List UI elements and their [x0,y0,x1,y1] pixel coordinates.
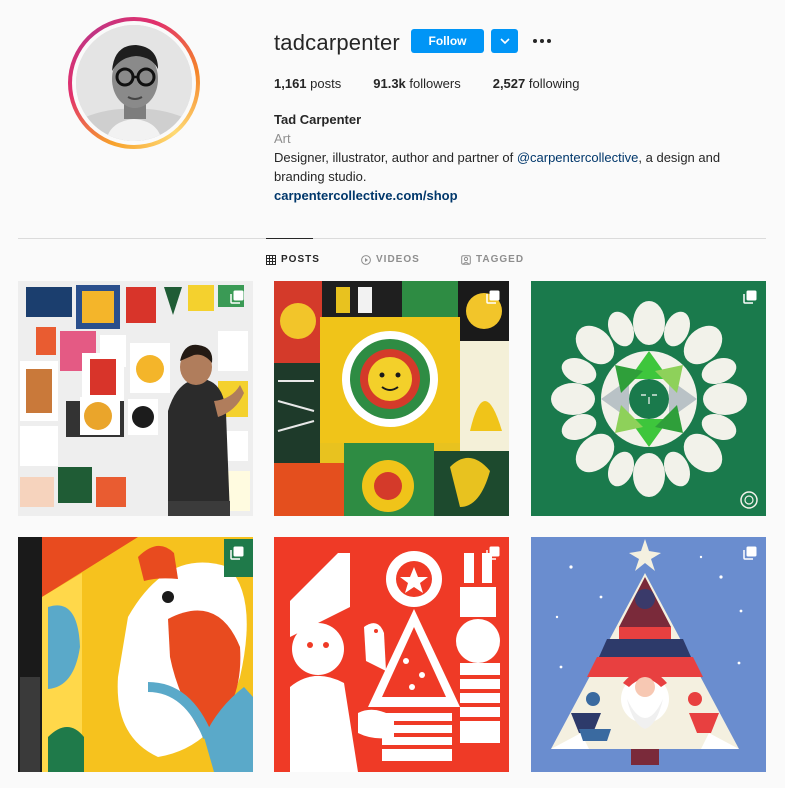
post-image-artist-wall [18,281,253,516]
chevron-down-icon [499,38,510,44]
post-image-red-holiday [274,537,509,772]
multiple-photos-icon [486,290,500,304]
post-image-santa-tree [531,537,766,772]
multiple-photos-icon [743,546,757,560]
avatar[interactable] [76,25,192,141]
followers-stat[interactable]: 91.3k followers [373,76,460,91]
more-dot-icon [533,39,537,43]
profile-category: Art [274,131,291,146]
post-image-bird-mural [18,537,253,772]
profile-tabs: POSTS VIDEOS TAGGED [0,254,785,268]
profile-avatar-ring[interactable] [68,17,200,149]
post-tile[interactable] [274,537,509,772]
post-image-sun-prints [274,281,509,516]
bio-text: Designer, illustrator, author and partne… [274,148,744,186]
post-tile[interactable] [18,281,253,516]
followers-label: followers [409,76,461,91]
more-dot-icon [547,39,551,43]
website-link[interactable]: carpentercollective.com/shop [274,186,744,205]
tab-posts-label: POSTS [281,254,320,265]
more-dot-icon [540,39,544,43]
follow-button[interactable]: Follow [411,29,484,53]
tab-posts[interactable]: POSTS [266,254,320,265]
grid-icon [266,254,276,265]
post-tile[interactable] [18,537,253,772]
multiple-photos-icon [743,290,757,304]
bio-mention-link[interactable]: @carpentercollective [517,150,639,165]
posts-stat: 1,161 posts [274,76,341,91]
following-label: following [528,76,580,91]
multiple-photos-icon [486,546,500,560]
post-tile[interactable] [531,537,766,772]
bio-text-start: Designer, illustrator, author and partne… [274,150,517,165]
following-count: 2,527 [492,76,526,91]
suggested-accounts-button[interactable] [491,29,518,53]
multiple-photos-icon [230,546,244,560]
post-image-dove-wreath [531,281,766,516]
active-tab-indicator [266,238,313,239]
posts-count: 1,161 [274,76,307,91]
profile-full-name: Tad Carpenter [274,112,362,127]
play-circle-icon [361,254,371,265]
tab-videos[interactable]: VIDEOS [361,254,420,265]
post-tile[interactable] [274,281,509,516]
multiple-photos-icon [230,290,244,304]
profile-stats: 1,161 posts 91.3k followers 2,527 follow… [274,76,611,91]
tabs-divider [18,238,766,239]
tab-tagged-label: TAGGED [476,254,525,265]
following-stat[interactable]: 2,527 following [493,76,580,91]
avatar-image [76,25,192,141]
profile-bio: Tad Carpenter Art Designer, illustrator,… [274,110,744,205]
avatar-gap [72,21,196,145]
tag-icon [461,254,471,265]
tab-videos-label: VIDEOS [376,254,420,265]
post-tile[interactable] [531,281,766,516]
followers-count: 91.3k [373,76,406,91]
profile-username: tadcarpenter [274,30,400,55]
posts-label: posts [310,76,342,91]
more-options-button[interactable] [530,32,554,50]
tab-tagged[interactable]: TAGGED [461,254,524,265]
